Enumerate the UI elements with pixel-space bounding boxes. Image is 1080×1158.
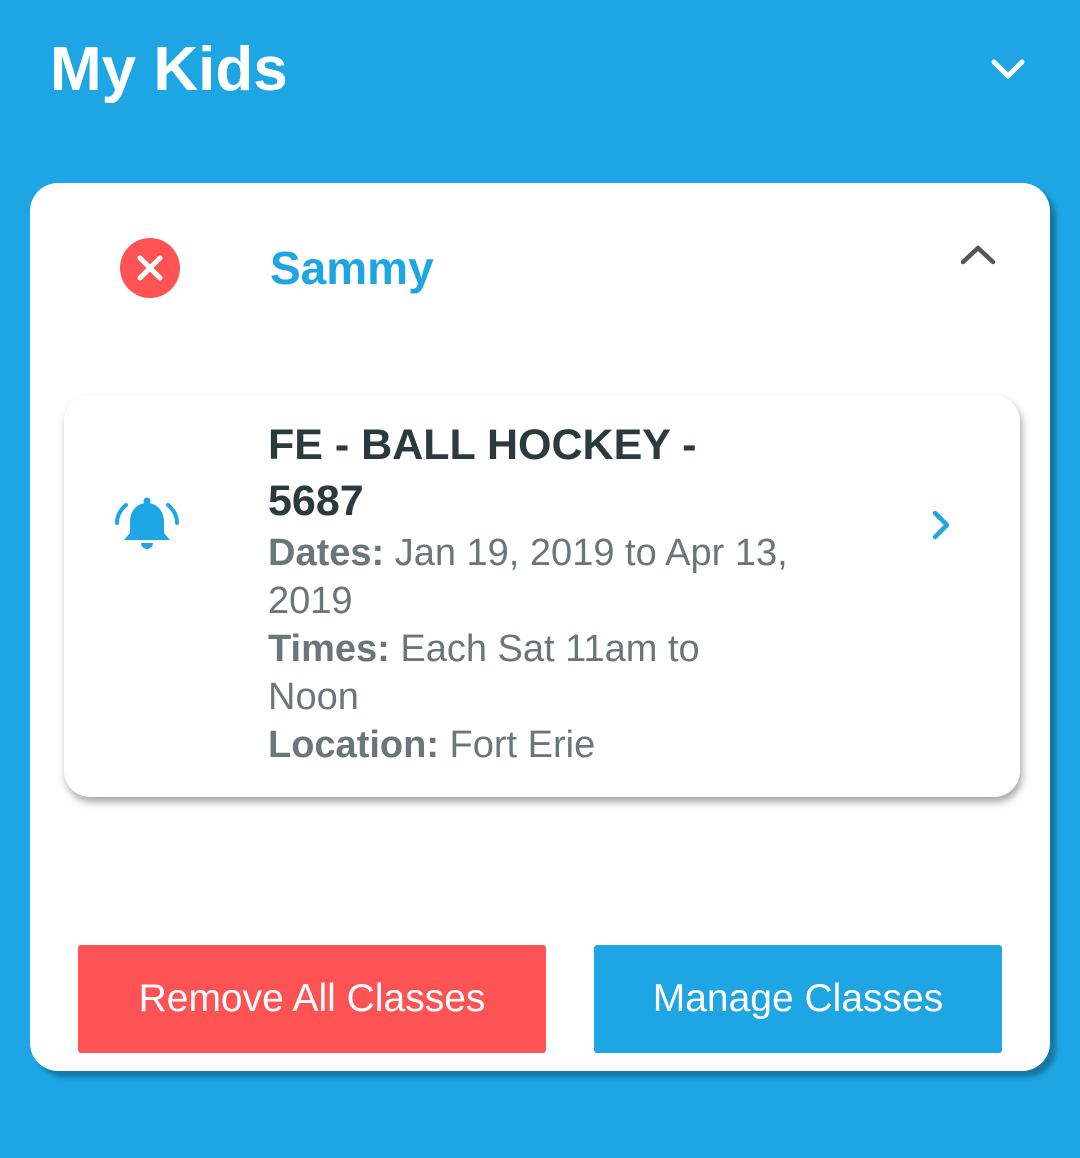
- class-info: FE - BALL HOCKEY - 5687 Dates: Jan 19, 2…: [268, 417, 788, 769]
- kid-name[interactable]: Sammy: [270, 238, 434, 298]
- chevron-up-icon[interactable]: [955, 238, 1001, 272]
- manage-classes-button[interactable]: Manage Classes: [594, 945, 1002, 1053]
- bell-ringing-icon: [115, 497, 179, 549]
- class-title: FE - BALL HOCKEY - 5687: [268, 421, 697, 525]
- class-location: Location: Fort Erie: [268, 721, 788, 769]
- location-value: Fort Erie: [449, 724, 596, 766]
- class-card[interactable]: FE - BALL HOCKEY - 5687 Dates: Jan 19, 2…: [64, 395, 1020, 797]
- header: My Kids: [0, 0, 1080, 150]
- location-label: Location:: [268, 724, 439, 766]
- page-title: My Kids: [50, 35, 288, 104]
- close-circle-icon[interactable]: [119, 237, 181, 299]
- chevron-down-icon[interactable]: [980, 48, 1036, 92]
- kid-card: Sammy FE - BALL HOCKEY - 5687 Dates: Jan…: [30, 183, 1050, 1071]
- chevron-right-icon[interactable]: [926, 503, 956, 547]
- dates-label: Dates:: [268, 532, 385, 574]
- class-dates: Dates: Jan 19, 2019 to Apr 13, 2019: [268, 529, 788, 625]
- remove-all-classes-button[interactable]: Remove All Classes: [78, 945, 546, 1053]
- times-label: Times:: [268, 628, 390, 670]
- class-times: Times: Each Sat 11am to Noon: [268, 625, 788, 721]
- kid-header: Sammy: [30, 183, 1050, 353]
